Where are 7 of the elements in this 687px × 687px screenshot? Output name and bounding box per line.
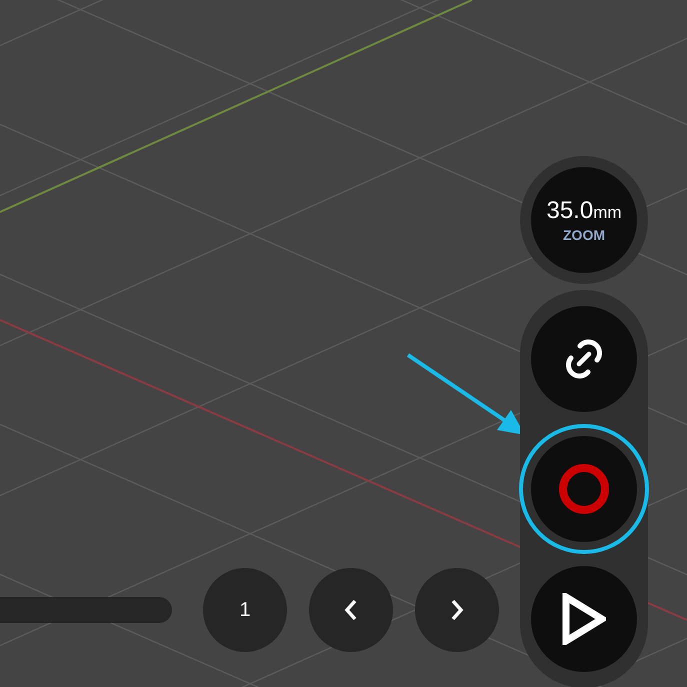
- chevron-right-icon: [450, 598, 464, 622]
- play-icon: [562, 593, 606, 645]
- frame-button[interactable]: 1: [203, 568, 287, 652]
- chevron-left-icon: [344, 598, 358, 622]
- record-button[interactable]: [531, 436, 637, 542]
- zoom-button[interactable]: 35.0mm ZOOM: [531, 167, 637, 273]
- record-icon: [558, 463, 610, 515]
